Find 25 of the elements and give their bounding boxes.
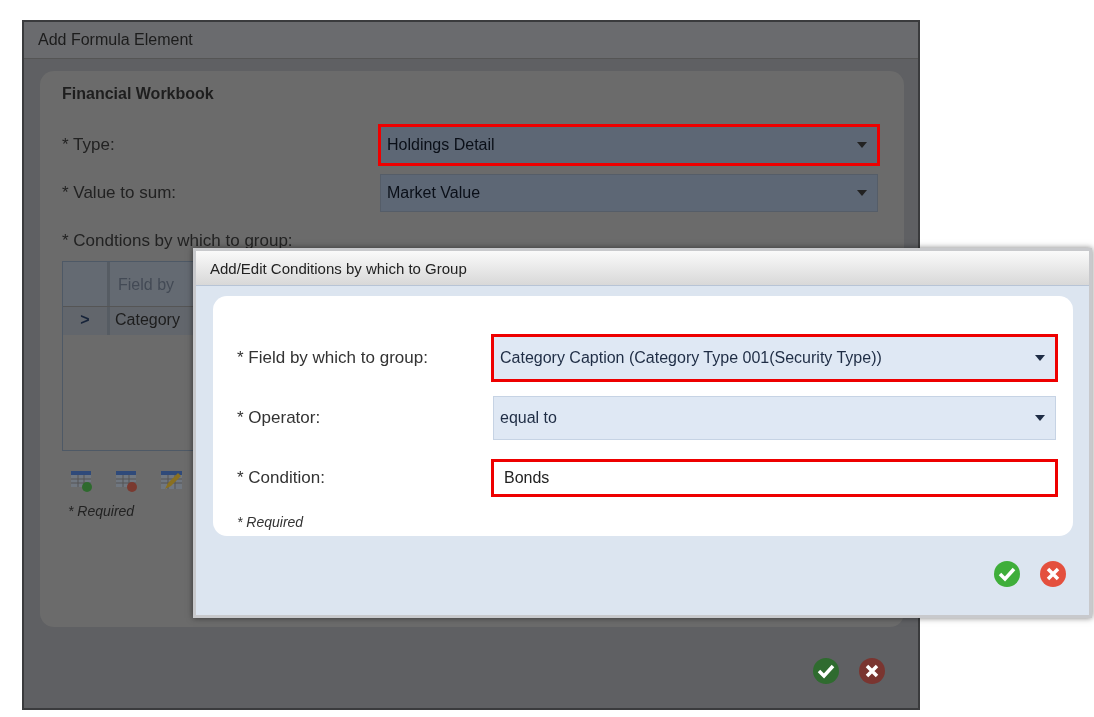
required-note: * Required <box>237 514 305 530</box>
required-note: * Required <box>68 503 136 519</box>
dialog-title: Add Formula Element <box>38 31 193 49</box>
dropdown-field[interactable]: equal to <box>493 396 1056 440</box>
field-label: * Field by which to group: <box>237 348 429 368</box>
caret-icon <box>857 190 867 196</box>
add-row-icon[interactable] <box>70 469 94 493</box>
ok-button[interactable] <box>812 657 840 685</box>
field-label: * Type: <box>62 135 116 155</box>
cancel-button[interactable] <box>858 657 886 685</box>
table-cell-text: Category <box>114 310 180 330</box>
ok-button[interactable] <box>993 560 1021 588</box>
dropdown-field[interactable]: Category Caption (Category Type 001(Security Type)) <box>493 336 1056 380</box>
field-label: * Condtions by which to group: <box>62 231 294 251</box>
cancel-button[interactable] <box>1039 560 1067 588</box>
field-label: * Value to sum: <box>62 183 178 203</box>
caret-icon <box>1035 415 1045 421</box>
caret-icon <box>1035 355 1045 361</box>
field-label: * Operator: <box>237 408 322 428</box>
delete-row-icon[interactable] <box>115 469 139 493</box>
field-label: * Condition: <box>237 468 326 488</box>
section-title: Financial Workbook <box>62 85 215 104</box>
modal-title: Add/Edit Conditions by which to Group <box>210 259 467 277</box>
caret-icon <box>857 142 867 148</box>
input-field[interactable]: Bonds <box>493 461 1056 495</box>
